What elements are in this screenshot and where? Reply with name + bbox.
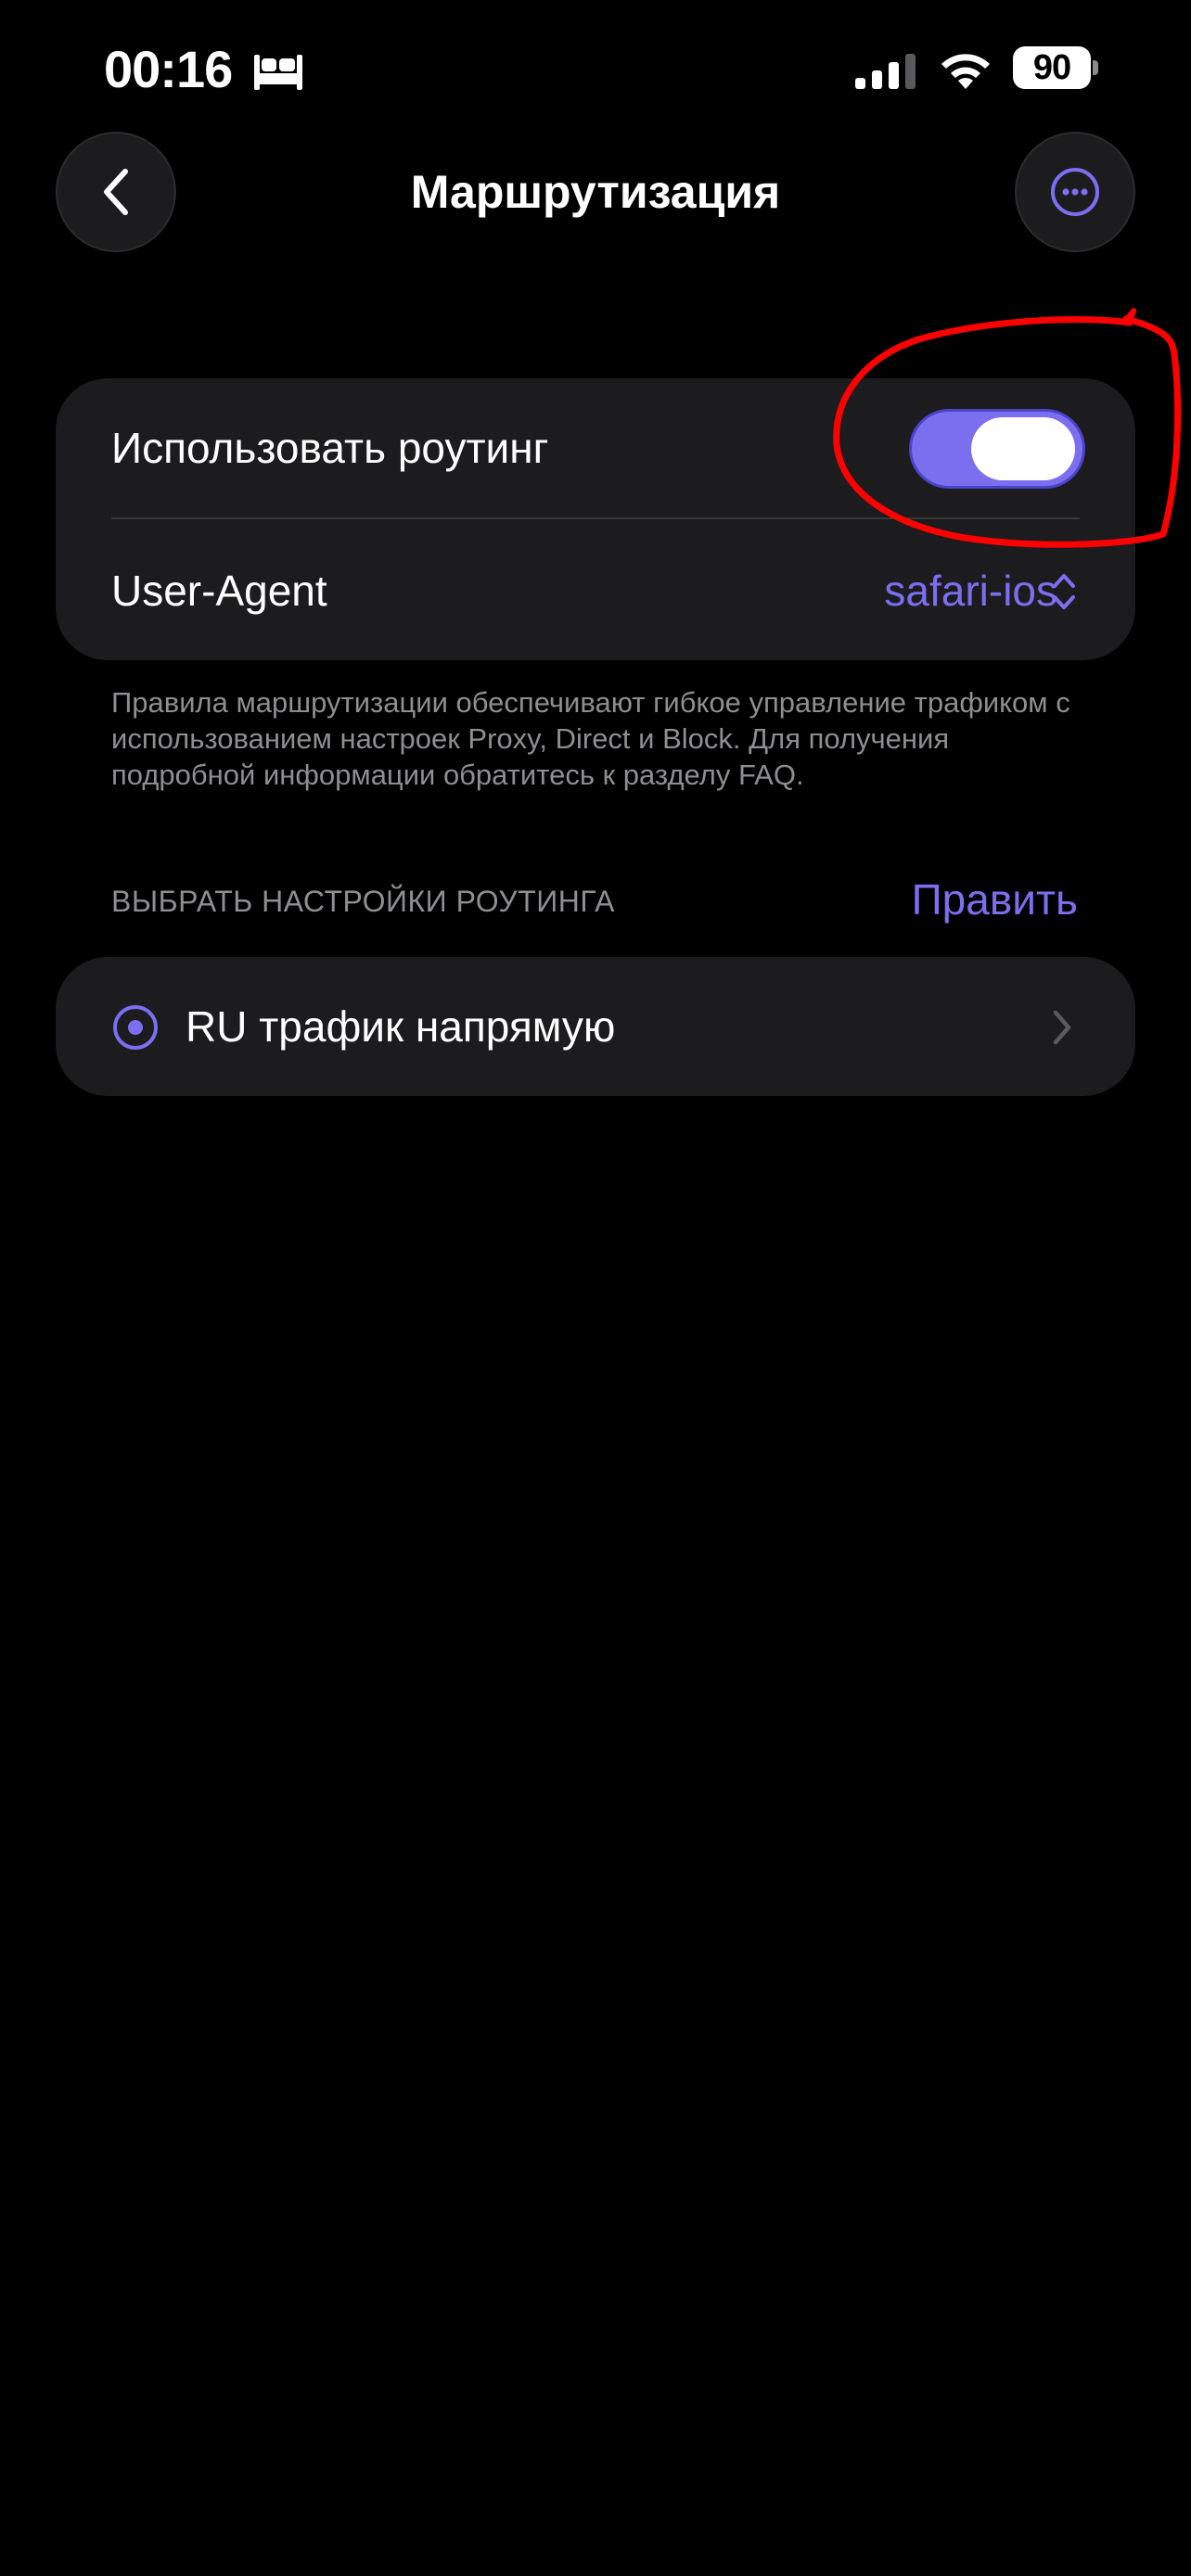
use-routing-label: Использовать роутинг (111, 424, 549, 472)
chevron-right-icon (1053, 1010, 1071, 1045)
battery-level: 90 (1013, 46, 1091, 89)
battery-icon: 90 (1013, 46, 1098, 89)
radio-selected-icon[interactable] (111, 1003, 160, 1052)
status-bar: 00:16 90 (0, 0, 1191, 139)
bed-icon (254, 55, 302, 90)
ellipsis-circle-icon (1051, 168, 1099, 216)
page-title: Маршрутизация (410, 166, 781, 218)
more-button[interactable] (1015, 132, 1135, 252)
use-routing-toggle[interactable] (909, 409, 1085, 489)
user-agent-select[interactable]: safari-ios (884, 566, 1057, 616)
signal-icon (855, 54, 916, 89)
home-indicator (0, 2539, 1191, 2576)
status-time: 00:16 (104, 40, 233, 98)
divider (111, 517, 1080, 519)
routing-footnote: Правила маршрутизации обеспечивают гибко… (111, 686, 1070, 791)
routing-profile-label: RU трафик напрямую (186, 1002, 616, 1051)
chevron-up-down-icon[interactable] (1050, 569, 1078, 614)
section-header: ВЫБРАТЬ НАСТРОЙКИ РОУТИНГА (111, 885, 615, 918)
edit-button[interactable]: Править (912, 874, 1078, 925)
toggle-knob (971, 417, 1075, 480)
user-agent-label: User-Agent (111, 567, 327, 615)
battery-tip (1093, 60, 1098, 75)
wifi-icon (941, 54, 990, 89)
